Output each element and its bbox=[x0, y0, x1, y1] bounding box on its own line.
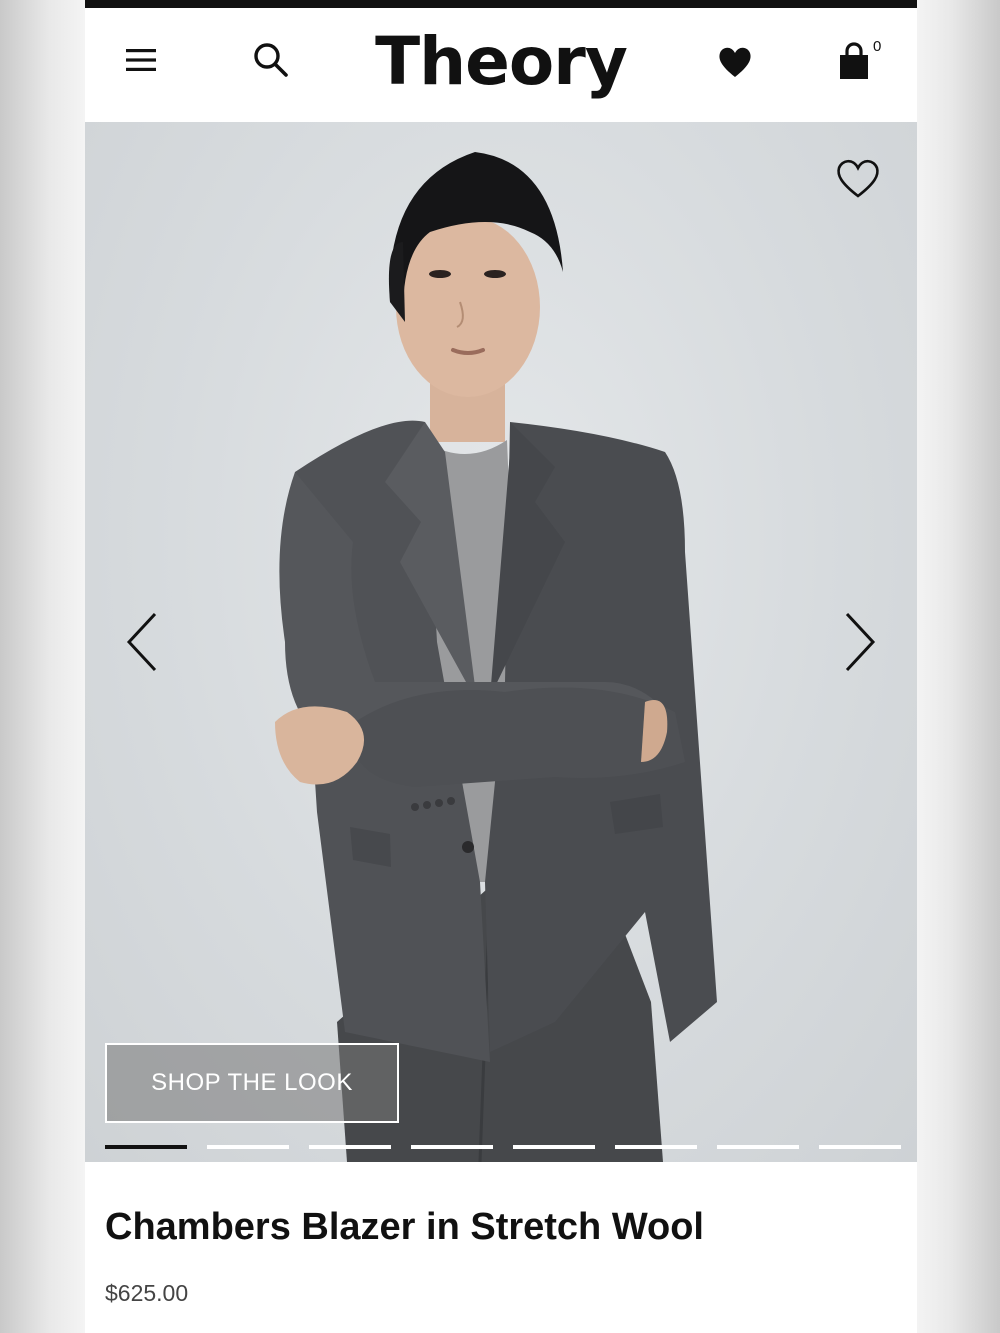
hamburger-menu-icon bbox=[126, 49, 156, 71]
cart-count-badge: 0 bbox=[873, 38, 882, 55]
gallery-dot-2[interactable] bbox=[207, 1145, 289, 1149]
heart-outline-icon bbox=[837, 159, 879, 198]
brand-logo[interactable]: Theory bbox=[375, 22, 628, 102]
shop-the-look-button[interactable]: SHOP THE LOOK bbox=[105, 1043, 399, 1123]
gallery-dot-3[interactable] bbox=[309, 1145, 391, 1149]
shopping-bag-icon bbox=[840, 42, 868, 79]
gallery-dot-8[interactable] bbox=[819, 1145, 901, 1149]
favorite-button[interactable] bbox=[833, 156, 883, 202]
gallery-dot-7[interactable] bbox=[717, 1145, 799, 1149]
chevron-left-icon bbox=[126, 612, 157, 672]
gallery-dot-1[interactable] bbox=[105, 1145, 187, 1149]
gallery-dot-4[interactable] bbox=[411, 1145, 493, 1149]
product-image-gallery[interactable]: SHOP THE LOOK bbox=[85, 122, 917, 1162]
gallery-pagination bbox=[105, 1145, 901, 1151]
product-page: Theory 0 SHOP THE LOOK Chambers Blazer i… bbox=[85, 0, 917, 1333]
product-price: $625.00 bbox=[105, 1280, 189, 1306]
menu-button[interactable] bbox=[119, 40, 163, 80]
status-strip bbox=[85, 0, 917, 8]
product-title: Chambers Blazer in Stretch Wool bbox=[105, 1206, 704, 1248]
site-header: Theory 0 bbox=[85, 8, 917, 122]
search-icon bbox=[254, 43, 288, 77]
cart-button[interactable]: 0 bbox=[833, 36, 889, 84]
gallery-dot-5[interactable] bbox=[513, 1145, 595, 1149]
chevron-right-icon bbox=[845, 612, 876, 672]
previous-image-button[interactable] bbox=[117, 602, 167, 682]
heart-filled-icon bbox=[719, 47, 751, 77]
search-button[interactable] bbox=[249, 38, 293, 82]
next-image-button[interactable] bbox=[833, 602, 883, 682]
gallery-dot-6[interactable] bbox=[615, 1145, 697, 1149]
wishlist-button[interactable] bbox=[713, 40, 757, 84]
product-photo bbox=[275, 152, 717, 1162]
